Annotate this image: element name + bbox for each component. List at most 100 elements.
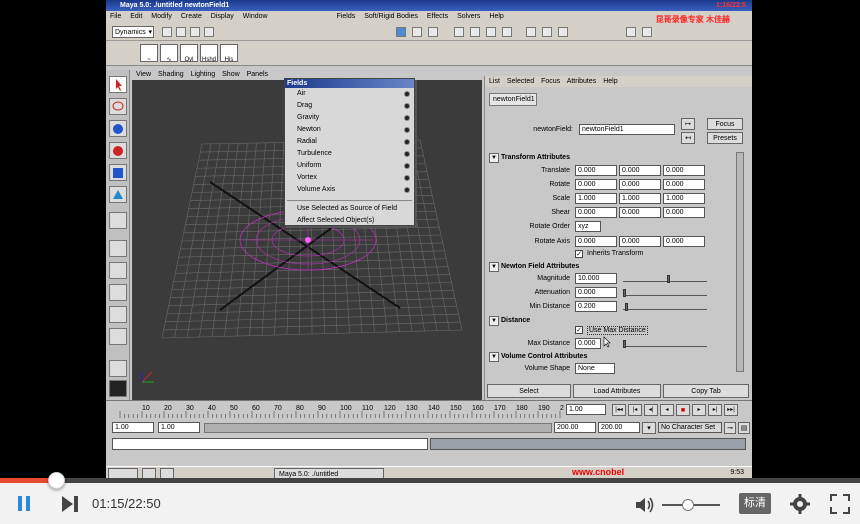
layout-four-icon[interactable] xyxy=(109,262,127,279)
menu-create[interactable]: Create xyxy=(181,13,202,20)
menu-fields[interactable]: Fields xyxy=(337,13,356,20)
fields-item-turbulence[interactable]: Turbulence xyxy=(285,148,414,160)
menu-modify[interactable]: Modify xyxy=(151,13,172,20)
menu-edit[interactable]: Edit xyxy=(130,13,142,20)
ae-scrollbar[interactable] xyxy=(736,152,744,372)
shelf-option2-icon[interactable] xyxy=(642,27,652,37)
fields-item-air[interactable]: Air xyxy=(285,88,414,100)
menu-effects[interactable]: Effects xyxy=(427,13,448,20)
volume-control-header[interactable]: Volume Control Attributes xyxy=(487,351,739,362)
layout-extra-icon[interactable] xyxy=(109,360,127,377)
scale-x-field[interactable]: 1.000 xyxy=(575,193,617,204)
node-name-field[interactable]: newtonField1 xyxy=(579,124,675,135)
translate-x-field[interactable]: 0.000 xyxy=(575,165,617,176)
rotate-z-field[interactable]: 0.000 xyxy=(663,179,705,190)
select-button[interactable]: Select xyxy=(487,384,571,398)
option-box-icon[interactable] xyxy=(404,91,410,97)
option-box-icon[interactable] xyxy=(404,139,410,145)
settings-gear-icon[interactable] xyxy=(789,493,811,515)
animation-end-field[interactable]: 200.00 xyxy=(598,422,640,433)
shear-y-field[interactable]: 0.000 xyxy=(619,207,661,218)
fields-item-uniform[interactable]: Uniform xyxy=(285,160,414,172)
vp-menu-panels[interactable]: Panels xyxy=(247,71,268,78)
menu-file[interactable]: File xyxy=(110,13,121,20)
save-scene-icon[interactable] xyxy=(176,27,186,37)
go-to-end-icon[interactable]: ▸▸| xyxy=(724,404,738,416)
layout-hypershade-icon[interactable] xyxy=(109,306,127,323)
shelf-ovl-button[interactable]: Ovl xyxy=(180,44,198,63)
render-globals-icon[interactable] xyxy=(502,27,512,37)
vp-menu-shading[interactable]: Shading xyxy=(158,71,184,78)
fields-item-vortex[interactable]: Vortex xyxy=(285,172,414,184)
rotate-order-select[interactable]: xyz xyxy=(575,221,601,232)
tab-newtonfield1[interactable]: newtonField1 xyxy=(489,93,537,106)
current-frame-field[interactable]: 1.00 xyxy=(566,404,606,415)
slider-knob[interactable] xyxy=(667,275,670,283)
transform-attributes-header[interactable]: Transform Attributes xyxy=(487,152,739,163)
slider-knob[interactable] xyxy=(625,303,628,311)
presets-arrow-icon[interactable]: ↤ xyxy=(681,132,695,144)
shelf-hshd-button[interactable]: Hshd xyxy=(200,44,218,63)
open-scene-icon[interactable] xyxy=(162,27,172,37)
quality-button[interactable]: 标清 xyxy=(739,493,771,514)
playback-start-field[interactable]: 1.00 xyxy=(158,422,200,433)
go-to-start-icon[interactable]: |◂◂ xyxy=(612,404,626,416)
select-hierarchy-icon[interactable] xyxy=(190,27,200,37)
menu-soft-rigid[interactable]: Soft/Rigid Bodies xyxy=(364,13,418,20)
volume-knob[interactable] xyxy=(682,499,695,511)
option-box-icon[interactable] xyxy=(404,127,410,133)
scale-z-field[interactable]: 1.000 xyxy=(663,193,705,204)
rotate-axis-y-field[interactable]: 0.000 xyxy=(619,236,661,247)
volume-icon[interactable] xyxy=(634,496,656,514)
pause-icon[interactable] xyxy=(16,495,34,513)
menu-solvers[interactable]: Solvers xyxy=(457,13,480,20)
attenuation-field[interactable]: 0.000 xyxy=(575,287,617,298)
step-forward-icon[interactable]: ▸| xyxy=(708,404,722,416)
range-slider-bar[interactable] xyxy=(204,423,552,433)
inherits-transform-checkbox[interactable]: ✓ xyxy=(575,250,583,258)
progress-knob[interactable] xyxy=(47,472,65,489)
rotate-tool-icon[interactable] xyxy=(109,142,127,159)
layout-persp-outliner-icon[interactable] xyxy=(109,284,127,301)
shelf-curve-icon[interactable]: ~ xyxy=(140,44,158,63)
snap-point-icon[interactable] xyxy=(428,27,438,37)
command-line-input[interactable] xyxy=(112,438,428,450)
ipr-render-icon[interactable] xyxy=(486,27,496,37)
rotate-axis-x-field[interactable]: 0.000 xyxy=(575,236,617,247)
min-distance-slider[interactable] xyxy=(623,303,707,311)
fullscreen-icon[interactable] xyxy=(830,494,850,514)
fields-item-radial[interactable]: Radial xyxy=(285,136,414,148)
scale-y-field[interactable]: 1.000 xyxy=(619,193,661,204)
select-tool-icon[interactable] xyxy=(109,76,127,93)
show-tool-settings-icon[interactable] xyxy=(542,27,552,37)
fields-item-newton[interactable]: Newton xyxy=(285,124,414,136)
option-box-icon[interactable] xyxy=(404,175,410,181)
fields-item-drag[interactable]: Drag xyxy=(285,100,414,112)
option-box-icon[interactable] xyxy=(404,187,410,193)
translate-z-field[interactable]: 0.000 xyxy=(663,165,705,176)
volume-shape-select[interactable]: None xyxy=(575,363,615,374)
move-tool-icon[interactable] xyxy=(109,120,127,137)
show-channel-box-icon[interactable] xyxy=(558,27,568,37)
stop-icon[interactable]: ■ xyxy=(676,404,690,416)
attenuation-slider[interactable] xyxy=(623,289,707,297)
shelf-his-button[interactable]: His xyxy=(220,44,238,63)
layout-graph-icon[interactable] xyxy=(109,328,127,345)
progress-bar[interactable] xyxy=(0,472,860,489)
ae-menu-focus[interactable]: Focus xyxy=(541,78,560,85)
focus-arrow-icon[interactable]: ↦ xyxy=(681,118,695,130)
lasso-tool-icon[interactable] xyxy=(109,98,127,115)
rotate-x-field[interactable]: 0.000 xyxy=(575,179,617,190)
load-attributes-button[interactable]: Load Attributes xyxy=(573,384,661,398)
last-tool-icon[interactable] xyxy=(109,212,127,229)
rotate-y-field[interactable]: 0.000 xyxy=(619,179,661,190)
animation-start-field[interactable]: 1.00 xyxy=(112,422,154,433)
next-icon[interactable] xyxy=(60,495,80,513)
focus-button[interactable]: Focus xyxy=(707,118,743,130)
slider-knob[interactable] xyxy=(623,289,626,297)
shelf-option-icon[interactable] xyxy=(626,27,636,37)
ae-menu-list[interactable]: List xyxy=(489,78,500,85)
vp-menu-show[interactable]: Show xyxy=(222,71,240,78)
ae-menu-selected[interactable]: Selected xyxy=(507,78,534,85)
volume-slider[interactable] xyxy=(662,499,720,511)
